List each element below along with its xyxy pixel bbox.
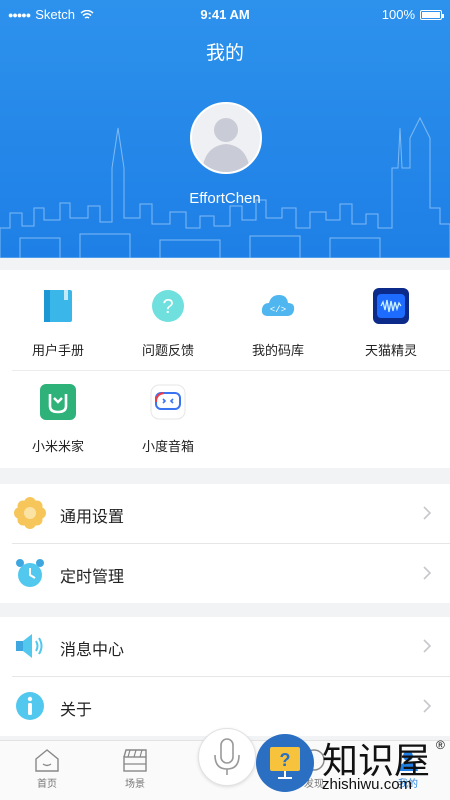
tab-label: 场景 [125, 779, 145, 790]
book-icon [44, 290, 72, 322]
tab-home[interactable]: 首页 [17, 747, 77, 790]
grid-item-xiaodu[interactable]: 小度音箱 [114, 370, 222, 460]
info-icon [16, 692, 44, 720]
svg-text:?: ? [162, 296, 173, 318]
row-label: 定时管理 [60, 569, 125, 586]
avatar[interactable] [190, 102, 262, 174]
voice-button[interactable] [198, 728, 256, 786]
row-label: 关于 [60, 702, 93, 719]
row-message-center[interactable]: 消息中心 [0, 617, 450, 676]
monitor-question-icon: ? [270, 747, 300, 779]
speaker-icon [16, 634, 43, 658]
row-label: 消息中心 [60, 642, 125, 659]
row-timer-management[interactable]: 定时管理 [0, 544, 450, 603]
svg-text:</>: </> [270, 305, 286, 315]
watermark-logo: ? [256, 734, 314, 792]
cloud-code-icon: </> [261, 295, 295, 316]
question-icon: ? [152, 290, 184, 322]
xiaodu-icon [150, 384, 186, 420]
tmall-genie-icon [373, 288, 409, 324]
grid-item-label: 小度音箱 [141, 439, 194, 454]
grid-item-label: 用户手册 [31, 343, 84, 358]
row-label: 通用设置 [60, 509, 125, 526]
status-bar: ●●●●● Sketch 9:41 AM 100% [0, 0, 450, 28]
grid-item-label: 天猫精灵 [364, 343, 417, 358]
clapperboard-icon [123, 749, 147, 772]
grid-item-code-library[interactable]: </> 我的码库 [224, 274, 332, 364]
page-title: 我的 [205, 43, 244, 64]
row-general-settings[interactable]: 通用设置 [0, 484, 450, 543]
grid-item-feedback[interactable]: ? 问题反馈 [114, 274, 222, 364]
chevron-right-icon [423, 699, 432, 713]
grid-item-label: 我的码库 [251, 343, 304, 358]
grid-item-label: 问题反馈 [141, 343, 194, 358]
mijia-icon [40, 384, 76, 420]
service-grid: 用户手册 ? 问题反馈 </> 我的码库 天猫精灵 小米米家 小度音箱 [0, 270, 450, 468]
watermark-registered-mark: ® [436, 738, 445, 752]
grid-item-mijia[interactable]: 小米米家 [4, 370, 112, 460]
grid-item-tmall-genie[interactable]: 天猫精灵 [337, 274, 445, 364]
profile-header: ●●●●● Sketch 9:41 AM 100% 我的 EffortChen [0, 0, 450, 258]
home-icon [35, 749, 59, 772]
username[interactable]: EffortChen [0, 190, 450, 207]
battery-icon [420, 9, 444, 20]
tab-label: 首页 [37, 779, 57, 790]
chevron-right-icon [423, 566, 432, 580]
battery-percent: 100% [381, 7, 415, 22]
chevron-right-icon [423, 639, 432, 653]
svg-text:?: ? [280, 750, 291, 770]
gear-flower-icon [14, 497, 46, 529]
chevron-right-icon [423, 506, 432, 520]
grid-item-user-manual[interactable]: 用户手册 [4, 274, 112, 364]
info-list: 消息中心 关于 [0, 617, 450, 736]
watermark-url: zhishiwu.com [322, 776, 413, 793]
microphone-icon [214, 738, 240, 775]
alarm-clock-icon [16, 559, 44, 587]
default-avatar-icon [202, 118, 250, 172]
settings-list: 通用设置 定时管理 [0, 484, 450, 603]
tab-scene[interactable]: 场景 [105, 747, 165, 790]
grid-item-label: 小米米家 [31, 439, 84, 454]
